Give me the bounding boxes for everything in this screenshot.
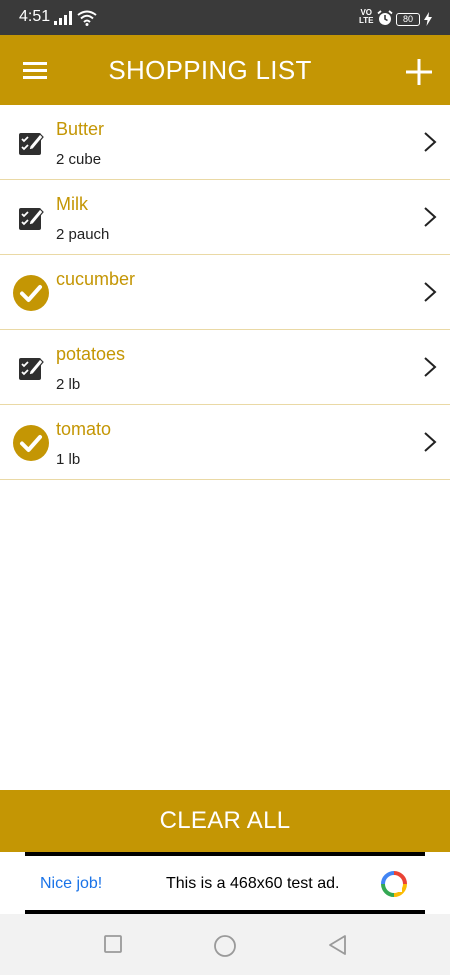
list-item[interactable]: tomato 1 lb (0, 405, 450, 480)
status-time: 4:51 (19, 8, 51, 25)
chevron-right-icon[interactable] (422, 131, 438, 158)
home-icon[interactable] (213, 934, 237, 963)
ad-nice-job: Nice job! (40, 875, 103, 892)
back-icon[interactable] (327, 934, 349, 961)
chevron-right-icon[interactable] (422, 431, 438, 458)
plus-icon (406, 59, 432, 85)
item-quantity: 2 pauch (56, 226, 110, 243)
chevron-right-icon[interactable] (422, 206, 438, 233)
clear-all-button[interactable]: CLEAR ALL (0, 790, 450, 852)
page-title: SHOPPING LIST (108, 55, 312, 85)
list-item[interactable]: Milk 2 pauch (0, 180, 450, 255)
check-circle-icon[interactable] (12, 424, 50, 462)
wifi-icon (77, 10, 97, 31)
status-bar: 4:51 VO LTE 80 (0, 0, 450, 35)
volte-indicator: VO LTE (359, 9, 374, 25)
list-item[interactable]: cucumber (0, 255, 450, 330)
system-nav-bar (0, 914, 450, 975)
recent-apps-icon[interactable] (103, 934, 123, 959)
checklist-edit-icon[interactable] (12, 349, 50, 387)
volte-bottom-label: LTE (359, 16, 374, 25)
item-quantity: 1 lb (56, 451, 81, 468)
charging-icon (424, 12, 432, 31)
list-item[interactable]: potatoes 2 lb (0, 330, 450, 405)
alarm-icon (377, 10, 393, 31)
list-item[interactable]: Butter 2 cube (0, 105, 450, 180)
app-bar: SHOPPING LIST (0, 35, 450, 105)
item-name: cucumber (56, 269, 136, 289)
checklist-edit-icon[interactable] (12, 124, 50, 162)
check-circle-icon[interactable] (12, 274, 50, 312)
shopping-list: Butter 2 cube Milk 2 pauch cucumber pota… (0, 105, 450, 480)
item-name: tomato (56, 419, 112, 439)
add-item-button[interactable] (402, 55, 436, 89)
chevron-right-icon[interactable] (422, 281, 438, 308)
checklist-edit-icon[interactable] (12, 199, 50, 237)
ad-banner[interactable]: Nice job! This is a 468x60 test ad. (25, 852, 425, 914)
battery-indicator: 80 (396, 13, 420, 26)
chevron-right-icon[interactable] (422, 356, 438, 383)
item-quantity: 2 lb (56, 376, 81, 393)
item-name: potatoes (56, 344, 126, 364)
item-name: Butter (56, 119, 105, 139)
signal-icon (54, 11, 72, 30)
item-quantity: 2 cube (56, 151, 102, 168)
item-name: Milk (56, 194, 88, 214)
adchoices-logo-icon (380, 870, 408, 903)
ad-text: This is a 468x60 test ad. (166, 875, 340, 892)
